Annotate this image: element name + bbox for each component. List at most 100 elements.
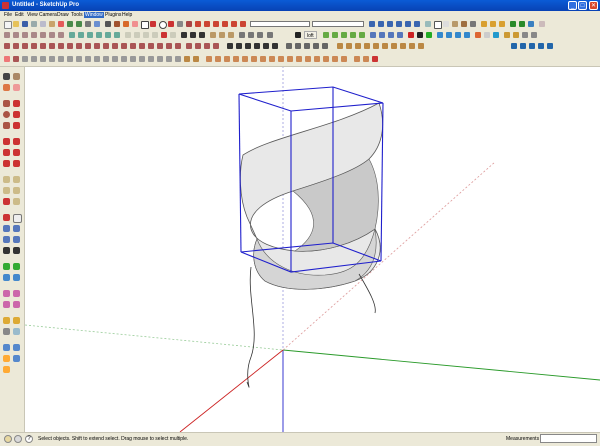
plugin-shape-3-icon[interactable]: [354, 42, 362, 50]
texture-tool-6-icon[interactable]: [250, 55, 258, 63]
sketchup-app-icon[interactable]: [2, 2, 9, 9]
curve-tool-14-icon[interactable]: [120, 42, 128, 50]
toggle-terrain-tool-icon[interactable]: [12, 273, 21, 282]
grid-tool-13-icon[interactable]: [129, 55, 137, 63]
arrange-2-icon[interactable]: [519, 42, 527, 50]
redo-push-pull-icon[interactable]: [358, 31, 366, 39]
circle-icon[interactable]: [158, 20, 167, 29]
curve-tool-22-icon[interactable]: [194, 42, 202, 50]
zoom-extents-tool-icon[interactable]: [12, 235, 21, 244]
plugin-tool-3-icon[interactable]: [256, 31, 264, 39]
plugin-shape-2-icon[interactable]: [345, 42, 353, 50]
maximize-button[interactable]: □: [578, 1, 587, 10]
menu-draw[interactable]: Draw: [56, 12, 70, 18]
texture-tool-18-icon[interactable]: [362, 55, 370, 63]
scale-tool-icon[interactable]: [2, 159, 11, 168]
curve-tool-7-icon[interactable]: [57, 42, 65, 50]
previous-view-icon[interactable]: [104, 31, 112, 39]
solid-union-icon[interactable]: [530, 31, 538, 39]
offset-icon[interactable]: [239, 20, 247, 28]
curve-tool-6-icon[interactable]: [48, 42, 56, 50]
previous-tool-icon[interactable]: [2, 235, 11, 244]
stamp-icon[interactable]: [30, 31, 38, 39]
protractor-icon[interactable]: [142, 31, 150, 39]
record-icon[interactable]: [407, 31, 415, 39]
stop-icon[interactable]: [416, 31, 424, 39]
layer-icon[interactable]: [538, 20, 546, 28]
xray-icon[interactable]: [424, 20, 432, 28]
style-tool-5-icon[interactable]: [2, 365, 11, 374]
offset-tool-icon[interactable]: [12, 159, 21, 168]
dimension-tool-icon[interactable]: [12, 175, 21, 184]
arc-icon[interactable]: [167, 20, 175, 28]
warehouse-icon[interactable]: [512, 31, 520, 39]
curve-tool-23-icon[interactable]: [203, 42, 211, 50]
back-view-icon[interactable]: [404, 20, 412, 28]
outliner-icon[interactable]: [445, 31, 453, 39]
grid-tool-16-icon[interactable]: [156, 55, 164, 63]
cut-icon[interactable]: [30, 20, 38, 28]
curve-tool-21-icon[interactable]: [185, 42, 193, 50]
grid-tool-2-icon[interactable]: [30, 55, 38, 63]
fog-icon[interactable]: [483, 31, 491, 39]
polygon-tool-icon[interactable]: [2, 121, 11, 130]
soften-edges-icon[interactable]: [474, 31, 482, 39]
iso-view-icon[interactable]: [368, 20, 376, 28]
rotate-tool-icon[interactable]: [2, 148, 11, 157]
line-tool-icon[interactable]: [12, 99, 21, 108]
texture-tool-16-icon[interactable]: [340, 55, 348, 63]
section-plane-icon[interactable]: [480, 20, 488, 28]
components-icon[interactable]: [209, 31, 217, 39]
texture-tool-19-icon[interactable]: [371, 55, 379, 63]
section-tool-3-icon[interactable]: [244, 42, 252, 50]
match-photo-icon[interactable]: [492, 31, 500, 39]
curve-tool-20-icon[interactable]: [174, 42, 182, 50]
curve-tool-10-icon[interactable]: [84, 42, 92, 50]
profile-curve[interactable]: [246, 266, 255, 388]
grid-tool-20-icon[interactable]: [192, 55, 200, 63]
close-button[interactable]: ✕: [589, 1, 598, 10]
minimize-button[interactable]: _: [568, 1, 577, 10]
plugin-shape-7-icon[interactable]: [390, 42, 398, 50]
grid-tool-4-icon[interactable]: [48, 55, 56, 63]
shaded-icon[interactable]: [451, 20, 459, 28]
section-tool-4-icon[interactable]: [253, 42, 261, 50]
follow-me-icon[interactable]: [221, 20, 229, 28]
menu-view[interactable]: View: [26, 12, 39, 18]
texture-tool-3-icon[interactable]: [223, 55, 231, 63]
protractor-tool-icon[interactable]: [2, 186, 11, 195]
drape-icon[interactable]: [39, 31, 47, 39]
get-models-tool-icon[interactable]: [2, 262, 11, 271]
section-display-tool-icon[interactable]: [12, 316, 21, 325]
texture-tool-13-icon[interactable]: [313, 55, 321, 63]
make-component-tool-icon[interactable]: [12, 72, 21, 81]
play-icon[interactable]: [425, 31, 433, 39]
subdivide-icon[interactable]: [369, 31, 377, 39]
front-view-icon[interactable]: [386, 20, 394, 28]
3d-text-tool-icon[interactable]: [12, 197, 21, 206]
menu-help[interactable]: Help: [121, 12, 133, 18]
layer-manager-icon[interactable]: [436, 31, 444, 39]
position-camera-icon[interactable]: [198, 31, 206, 39]
paint-bucket-icon[interactable]: [122, 20, 130, 28]
save-icon[interactable]: [21, 20, 29, 28]
grid-tool-14-icon[interactable]: [138, 55, 146, 63]
polygon-icon[interactable]: [176, 20, 184, 28]
grid-tool-15-icon[interactable]: [147, 55, 155, 63]
dimension-tool-4-icon[interactable]: [312, 42, 320, 50]
style-tool-1-icon[interactable]: [2, 343, 11, 352]
curve-tool-9-icon[interactable]: [75, 42, 83, 50]
text-tool-left-icon[interactable]: [12, 186, 21, 195]
texture-tool-8-icon[interactable]: [268, 55, 276, 63]
texture-tool-7-icon[interactable]: [259, 55, 267, 63]
top-view-icon[interactable]: [377, 20, 385, 28]
curve-tool-19-icon[interactable]: [165, 42, 173, 50]
curve-tool-18-icon[interactable]: [156, 42, 164, 50]
share-model-icon[interactable]: [518, 20, 526, 28]
follow-me-tool-icon[interactable]: [12, 148, 21, 157]
menu-camera[interactable]: Camera: [38, 12, 58, 18]
section-tool-icon[interactable]: [226, 42, 234, 50]
grid-tool-12-icon[interactable]: [120, 55, 128, 63]
sandbox-from-contours-icon[interactable]: [3, 31, 11, 39]
curve-tool-12-icon[interactable]: [102, 42, 110, 50]
